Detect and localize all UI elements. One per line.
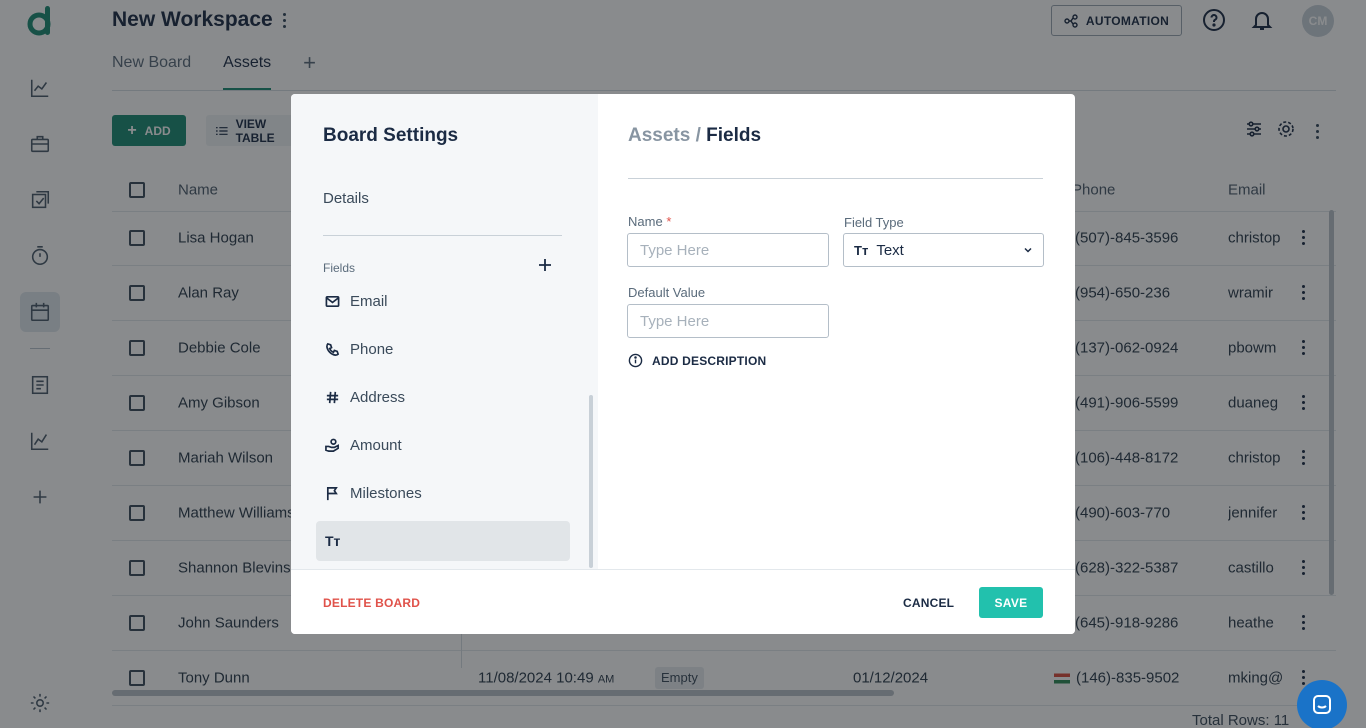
breadcrumb-separator: / [695, 125, 701, 146]
field-item-email[interactable]: Email [316, 281, 570, 321]
default-value-input[interactable] [627, 304, 829, 338]
field-name-input[interactable] [627, 233, 829, 267]
board-settings-modal: Board Settings Details Fields Email Phon… [291, 94, 1075, 634]
cancel-button[interactable]: CANCEL [903, 596, 954, 610]
field-type-value: Text [876, 241, 904, 259]
content-divider [628, 178, 1043, 179]
field-item-new-text[interactable]: Tт [316, 521, 570, 561]
breadcrumb-current: Fields [706, 125, 762, 146]
name-label: Name * [628, 214, 671, 229]
text-type-icon: Tт [854, 242, 869, 258]
field-item-address[interactable]: Address [316, 377, 570, 417]
field-item-label: Milestones [350, 484, 422, 502]
settings-sidebar: Board Settings Details Fields Email Phon… [291, 94, 598, 569]
default-value-label: Default Value [628, 285, 706, 300]
sidebar-divider [323, 235, 562, 236]
field-item-milestones[interactable]: Milestones [316, 473, 570, 513]
settings-nav-details[interactable]: Details [323, 190, 369, 207]
save-button[interactable]: SAVE [979, 587, 1043, 618]
app-root: New Workspace AUTOMATION CM New Board As… [0, 0, 1366, 728]
field-type-label: Field Type [844, 215, 904, 230]
modal-footer: DELETE BOARD CANCEL SAVE [291, 569, 1075, 634]
phone-icon [326, 342, 340, 356]
flag-icon [326, 486, 338, 500]
field-item-label: Amount [350, 436, 402, 454]
field-item-label: Address [350, 388, 406, 406]
modal-title: Board Settings [323, 125, 459, 146]
chat-icon [1313, 695, 1331, 714]
info-icon [628, 353, 643, 368]
text-type-icon: Tт [325, 533, 341, 549]
breadcrumb-parent[interactable]: Assets [628, 125, 690, 146]
add-description-label: ADD DESCRIPTION [652, 353, 767, 368]
field-item-phone[interactable]: Phone [316, 329, 570, 369]
field-type-select[interactable]: Tт Text [843, 233, 1044, 267]
mail-icon [325, 295, 340, 307]
chevron-down-icon [1024, 247, 1032, 253]
field-item-label: Phone [350, 340, 394, 358]
delete-board-button[interactable]: DELETE BOARD [323, 596, 420, 610]
add-description-button[interactable]: ADD DESCRIPTION [628, 353, 766, 368]
field-item-label: Email [350, 292, 388, 310]
fields-section-label: Fields [323, 261, 356, 275]
field-item-amount[interactable]: Amount [316, 425, 570, 465]
breadcrumb: Assets / Fields [628, 125, 761, 147]
money-hand-icon [325, 438, 339, 452]
sidebar-scrollbar[interactable] [589, 395, 593, 568]
hash-icon [326, 391, 339, 403]
name-label-text: Name [628, 214, 663, 229]
required-mark: * [666, 214, 672, 229]
chat-widget-button[interactable] [1297, 680, 1347, 728]
add-field-icon[interactable] [538, 258, 552, 272]
